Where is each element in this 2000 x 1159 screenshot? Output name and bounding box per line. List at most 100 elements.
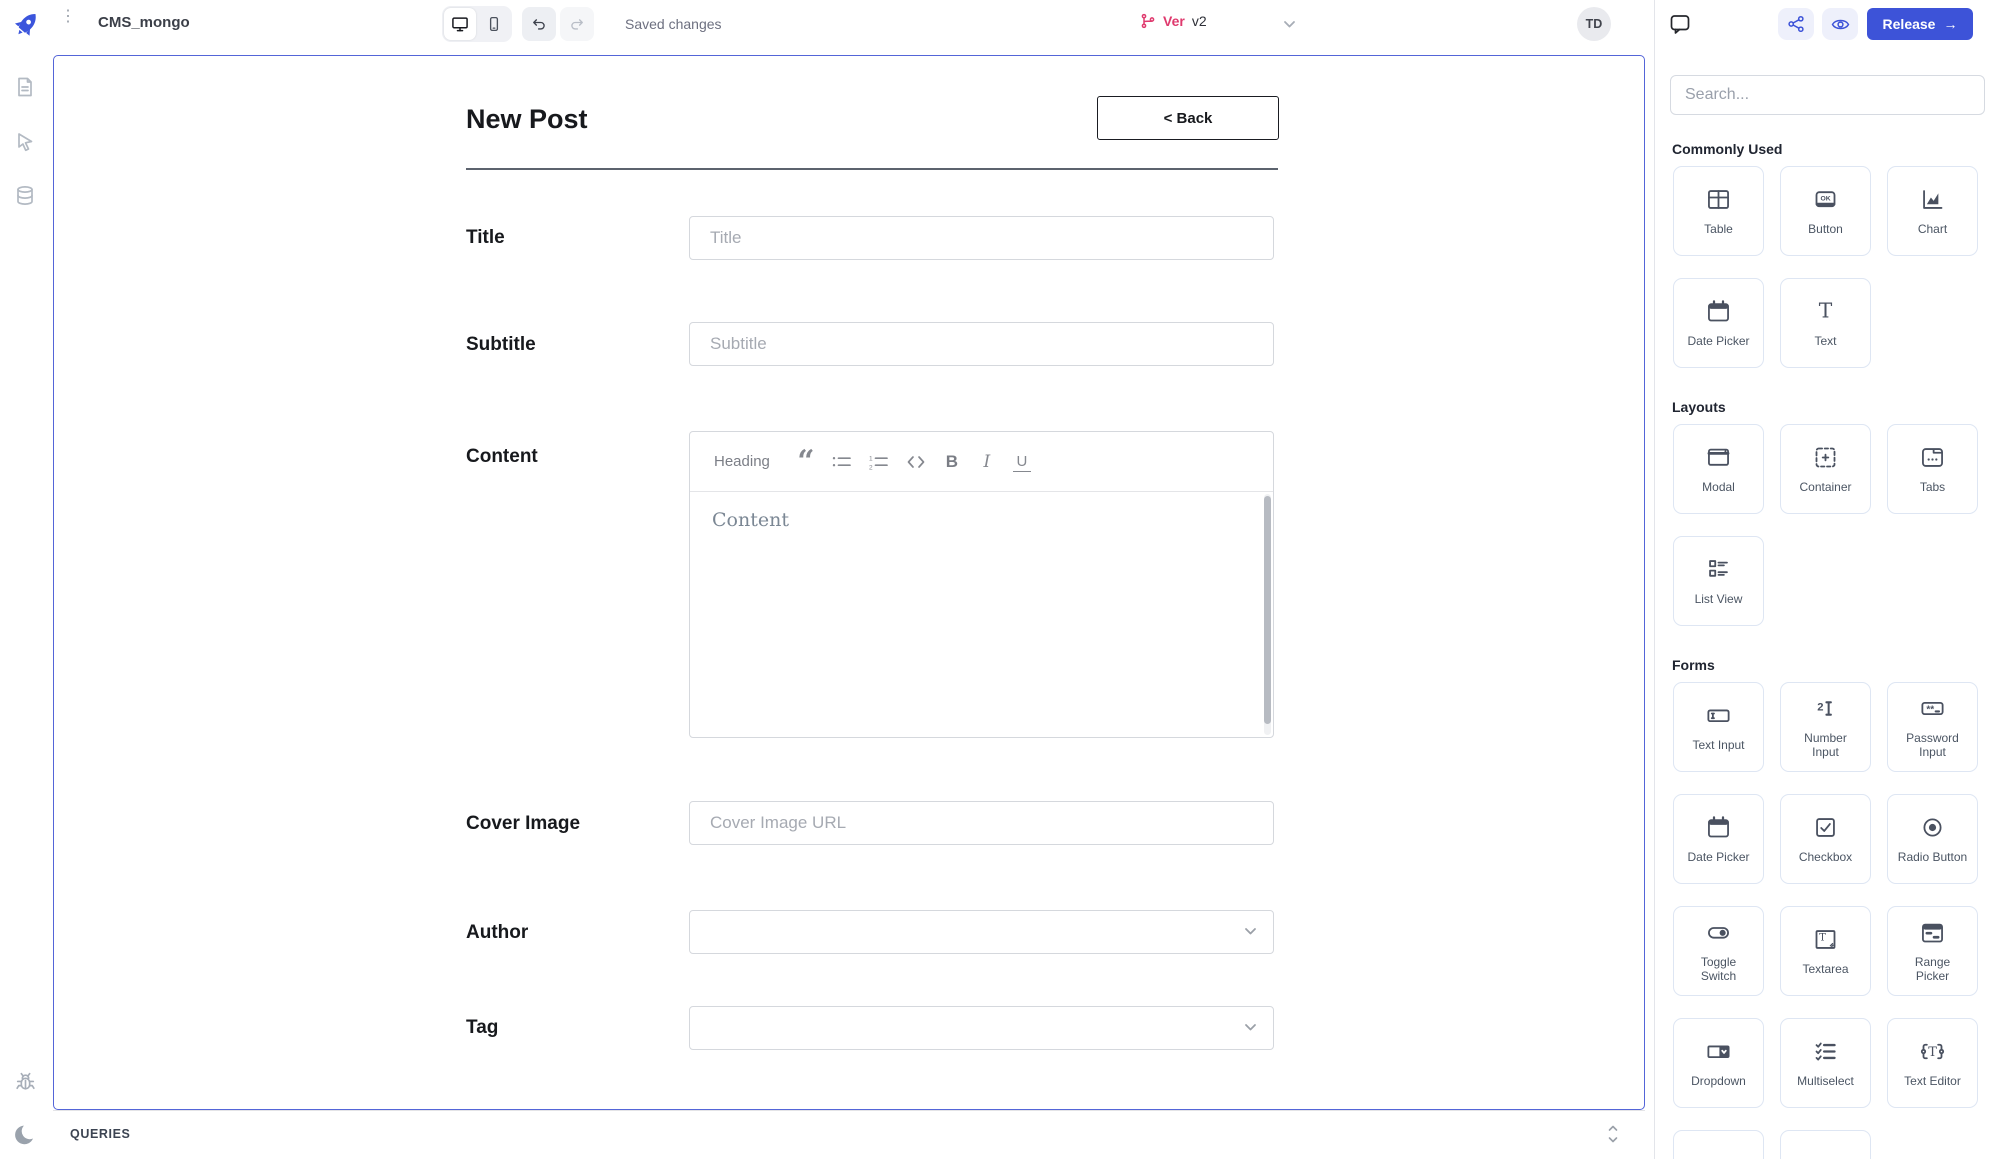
widget-card-tabs[interactable]: Tabs <box>1887 424 1978 514</box>
subtitle-input[interactable] <box>689 322 1274 366</box>
comments-button[interactable] <box>1668 12 1692 36</box>
numberinput-icon: 2 <box>1812 695 1839 722</box>
widget-card-label: Chart <box>1917 222 1948 236</box>
widget-card-table[interactable]: Table <box>1673 166 1764 256</box>
widget-card-audio[interactable] <box>1673 1130 1764 1159</box>
cover-image-input[interactable] <box>689 801 1274 845</box>
redo-button[interactable] <box>560 7 594 41</box>
svg-text:2: 2 <box>869 464 873 470</box>
widget-card-text[interactable]: T Text <box>1780 278 1871 368</box>
debug-bug-icon[interactable] <box>13 1070 38 1095</box>
bold-icon[interactable]: B <box>943 452 961 472</box>
widget-card-filepicker[interactable] <box>1780 1130 1871 1159</box>
widget-card-list-view[interactable]: List View <box>1673 536 1764 626</box>
tag-select[interactable] <box>689 1006 1274 1050</box>
chevron-down-icon <box>1245 1024 1256 1031</box>
widget-card-radio-button[interactable]: Radio Button <box>1887 794 1978 884</box>
widget-card-label: Modal <box>1702 480 1735 494</box>
widget-card-toggle-switch[interactable]: Toggle Switch <box>1673 906 1764 996</box>
numbered-list-icon[interactable]: 1 2 <box>869 452 889 472</box>
widget-card-container[interactable]: Container <box>1780 424 1871 514</box>
italic-icon[interactable]: I <box>978 452 996 472</box>
widget-card-label: Textarea <box>1802 962 1849 976</box>
mobile-view-button[interactable] <box>478 8 510 40</box>
version-value: v2 <box>1191 13 1207 29</box>
widget-card-text-editor[interactable]: T Text Editor <box>1887 1018 1978 1108</box>
blockquote-icon[interactable]: “ <box>797 446 815 476</box>
listview-icon <box>1705 556 1732 583</box>
preview-eye-button[interactable] <box>1822 8 1858 40</box>
share-button[interactable] <box>1778 8 1814 40</box>
content-label: Content <box>466 446 538 467</box>
widget-card-label: Tabs <box>1919 480 1946 494</box>
widget-card-number-input[interactable]: 2 Number Input <box>1780 682 1871 772</box>
version-label: Ver <box>1163 13 1185 29</box>
code-icon[interactable] <box>906 452 926 472</box>
app-logo-rocket-icon[interactable] <box>12 9 42 39</box>
multiselect-icon <box>1812 1038 1839 1065</box>
author-select[interactable] <box>689 910 1274 954</box>
widget-card-label: Dropdown <box>1691 1074 1746 1088</box>
user-avatar[interactable]: TD <box>1577 7 1611 41</box>
widget-card-label: Password Input <box>1906 731 1959 759</box>
widget-grid: Table OK Button Chart Date Picker T Text <box>1673 166 1985 368</box>
subtitle-label: Subtitle <box>466 334 536 355</box>
app-menu-kebab-icon[interactable]: ⋮ <box>60 9 76 25</box>
tabs-icon <box>1919 444 1946 471</box>
widgets-cursor-icon[interactable] <box>13 130 37 154</box>
widget-card-text-input[interactable]: Text Input <box>1673 682 1764 772</box>
datepicker-icon <box>1705 814 1732 841</box>
arrow-right-icon: → <box>1943 16 1958 32</box>
collapse-expand-icon[interactable] <box>1607 1123 1619 1145</box>
device-toggle <box>442 6 512 42</box>
widget-card-chart[interactable]: Chart <box>1887 166 1978 256</box>
chevron-down-icon[interactable] <box>1283 20 1296 29</box>
pages-icon[interactable] <box>13 75 37 99</box>
widget-card-label: Range Picker <box>1914 955 1951 983</box>
save-status-text: Saved changes <box>625 16 722 32</box>
widget-card-label: Text Editor <box>1904 1074 1961 1088</box>
svg-text:OK: OK <box>1820 196 1830 203</box>
datasources-icon[interactable] <box>13 184 37 208</box>
widget-card-multiselect[interactable]: Multiselect <box>1780 1018 1871 1108</box>
rangepicker-icon <box>1919 919 1946 946</box>
bullet-list-icon[interactable] <box>832 452 852 472</box>
chevron-down-icon <box>1245 928 1256 935</box>
back-button[interactable]: < Back <box>1097 96 1279 140</box>
editor-scrollbar-thumb[interactable] <box>1264 496 1271 724</box>
title-input[interactable] <box>689 216 1274 260</box>
version-control[interactable]: Ver v2 <box>1140 13 1207 29</box>
widget-grid: Text Input 2 Number Input ** Password Input D… <box>1673 682 1985 1159</box>
app-title: CMS_mongo <box>98 14 190 31</box>
release-button[interactable]: Release → <box>1867 8 1973 40</box>
desktop-view-button[interactable] <box>444 8 476 40</box>
widget-card-password-input[interactable]: ** Password Input <box>1887 682 1978 772</box>
widget-card-label: Container <box>1799 480 1852 494</box>
widget-card-label: Date Picker <box>1687 850 1750 864</box>
widget-card-modal[interactable]: Modal <box>1673 424 1764 514</box>
widget-card-textarea[interactable]: T Textarea <box>1780 906 1871 996</box>
undo-button[interactable] <box>522 7 556 41</box>
widget-card-button[interactable]: OK Button <box>1780 166 1871 256</box>
widget-search-input[interactable] <box>1670 75 1985 115</box>
underline-icon[interactable]: U <box>1012 452 1031 472</box>
widget-panel: Commonly Used Table OK Button Chart Date Pick… <box>1655 48 2000 1159</box>
svg-text:T: T <box>1819 299 1833 323</box>
widget-card-checkbox[interactable]: Checkbox <box>1780 794 1871 884</box>
widget-card-date-picker[interactable]: Date Picker <box>1673 794 1764 884</box>
widget-card-label: Table <box>1704 222 1733 236</box>
button-icon: OK <box>1812 186 1839 213</box>
chart-icon <box>1919 186 1946 213</box>
table-icon <box>1705 186 1732 213</box>
widget-section-title: Forms <box>1672 657 1715 673</box>
widget-card-date-picker[interactable]: Date Picker <box>1673 278 1764 368</box>
svg-text:1: 1 <box>869 455 873 462</box>
page-title: New Post <box>466 104 588 134</box>
widget-card-dropdown[interactable]: Dropdown <box>1673 1018 1764 1108</box>
theme-moon-icon[interactable] <box>13 1122 39 1148</box>
editor-placeholder: Content <box>712 509 789 531</box>
left-rail <box>0 48 50 1159</box>
editor-body[interactable]: Content <box>690 492 1273 737</box>
heading-select[interactable]: Heading <box>714 453 770 470</box>
widget-card-range-picker[interactable]: Range Picker <box>1887 906 1978 996</box>
